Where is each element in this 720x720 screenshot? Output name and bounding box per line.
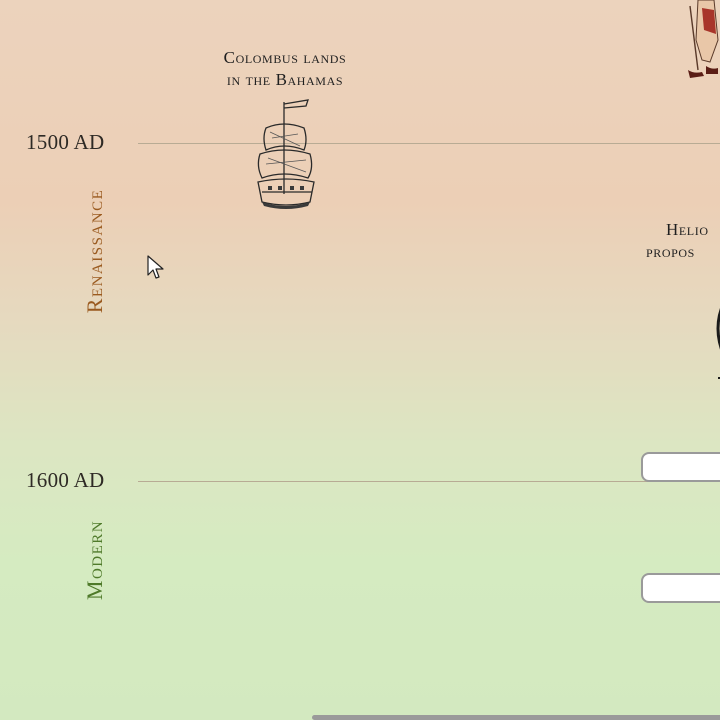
- event-helio-label[interactable]: Helio propos: [646, 219, 709, 263]
- year-label-1500: 1500 AD: [26, 130, 105, 154]
- event-columbus-line-2: in the Bahamas: [226, 70, 344, 89]
- event-helio-line-1: Helio: [666, 220, 709, 239]
- globe-icon[interactable]: [710, 292, 720, 382]
- era-label-renaissance: Renaissance: [82, 188, 107, 314]
- era-label-modern: Modern: [82, 519, 107, 601]
- timeline-line-1500: [138, 143, 720, 144]
- event-columbus-label[interactable]: Colombus lands in the Bahamas: [186, 47, 384, 91]
- ship-icon[interactable]: [250, 98, 322, 214]
- horizontal-scrollbar[interactable]: [312, 715, 720, 720]
- timeline-line-1600: [138, 481, 720, 482]
- year-label-1600: 1600 AD: [26, 468, 105, 492]
- event-columbus-line-1: Colombus lands: [223, 48, 347, 67]
- event-card-1[interactable]: [641, 452, 720, 482]
- mouse-cursor-icon: [147, 255, 164, 279]
- event-helio-line-2: propos: [646, 242, 695, 261]
- event-card-2[interactable]: [641, 573, 720, 603]
- explorer-figure-icon[interactable]: [684, 0, 720, 80]
